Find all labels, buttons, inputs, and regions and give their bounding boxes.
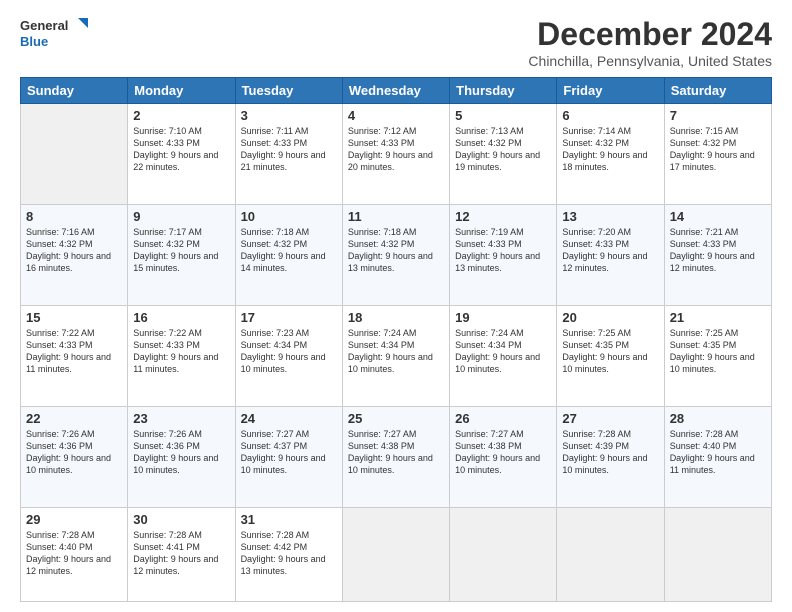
table-row: 29Sunrise: 7:28 AMSunset: 4:40 PMDayligh… bbox=[21, 507, 128, 601]
table-row: 6Sunrise: 7:14 AMSunset: 4:32 PMDaylight… bbox=[557, 104, 664, 205]
table-row: 24Sunrise: 7:27 AMSunset: 4:37 PMDayligh… bbox=[235, 406, 342, 507]
col-sunday: Sunday bbox=[21, 78, 128, 104]
table-row: 21Sunrise: 7:25 AMSunset: 4:35 PMDayligh… bbox=[664, 305, 771, 406]
table-row: 26Sunrise: 7:27 AMSunset: 4:38 PMDayligh… bbox=[450, 406, 557, 507]
col-tuesday: Tuesday bbox=[235, 78, 342, 104]
table-row: 8Sunrise: 7:16 AMSunset: 4:32 PMDaylight… bbox=[21, 204, 128, 305]
page-subtitle: Chinchilla, Pennsylvania, United States bbox=[528, 53, 772, 69]
logo-svg: General Blue bbox=[20, 16, 90, 52]
table-row: 28Sunrise: 7:28 AMSunset: 4:40 PMDayligh… bbox=[664, 406, 771, 507]
page-header: General Blue December 2024 Chinchilla, P… bbox=[20, 16, 772, 69]
table-row: 4Sunrise: 7:12 AMSunset: 4:33 PMDaylight… bbox=[342, 104, 449, 205]
table-row: 30Sunrise: 7:28 AMSunset: 4:41 PMDayligh… bbox=[128, 507, 235, 601]
table-row: 25Sunrise: 7:27 AMSunset: 4:38 PMDayligh… bbox=[342, 406, 449, 507]
calendar-header-row: Sunday Monday Tuesday Wednesday Thursday… bbox=[21, 78, 772, 104]
table-row: 7Sunrise: 7:15 AMSunset: 4:32 PMDaylight… bbox=[664, 104, 771, 205]
table-row: 13Sunrise: 7:20 AMSunset: 4:33 PMDayligh… bbox=[557, 204, 664, 305]
table-row: 27Sunrise: 7:28 AMSunset: 4:39 PMDayligh… bbox=[557, 406, 664, 507]
page-title: December 2024 bbox=[528, 16, 772, 53]
col-thursday: Thursday bbox=[450, 78, 557, 104]
calendar-table: Sunday Monday Tuesday Wednesday Thursday… bbox=[20, 77, 772, 602]
col-friday: Friday bbox=[557, 78, 664, 104]
table-row: 11Sunrise: 7:18 AMSunset: 4:32 PMDayligh… bbox=[342, 204, 449, 305]
table-row: 18Sunrise: 7:24 AMSunset: 4:34 PMDayligh… bbox=[342, 305, 449, 406]
table-row: 16Sunrise: 7:22 AMSunset: 4:33 PMDayligh… bbox=[128, 305, 235, 406]
table-row: 12Sunrise: 7:19 AMSunset: 4:33 PMDayligh… bbox=[450, 204, 557, 305]
col-saturday: Saturday bbox=[664, 78, 771, 104]
title-block: December 2024 Chinchilla, Pennsylvania, … bbox=[528, 16, 772, 69]
table-row bbox=[342, 507, 449, 601]
table-row bbox=[21, 104, 128, 205]
col-wednesday: Wednesday bbox=[342, 78, 449, 104]
table-row: 20Sunrise: 7:25 AMSunset: 4:35 PMDayligh… bbox=[557, 305, 664, 406]
table-row: 10Sunrise: 7:18 AMSunset: 4:32 PMDayligh… bbox=[235, 204, 342, 305]
table-row: 14Sunrise: 7:21 AMSunset: 4:33 PMDayligh… bbox=[664, 204, 771, 305]
svg-text:General: General bbox=[20, 18, 68, 33]
table-row: 17Sunrise: 7:23 AMSunset: 4:34 PMDayligh… bbox=[235, 305, 342, 406]
col-monday: Monday bbox=[128, 78, 235, 104]
table-row: 9Sunrise: 7:17 AMSunset: 4:32 PMDaylight… bbox=[128, 204, 235, 305]
table-row bbox=[557, 507, 664, 601]
table-row bbox=[450, 507, 557, 601]
table-row: 5Sunrise: 7:13 AMSunset: 4:32 PMDaylight… bbox=[450, 104, 557, 205]
table-row bbox=[664, 507, 771, 601]
table-row: 22Sunrise: 7:26 AMSunset: 4:36 PMDayligh… bbox=[21, 406, 128, 507]
table-row: 23Sunrise: 7:26 AMSunset: 4:36 PMDayligh… bbox=[128, 406, 235, 507]
table-row: 19Sunrise: 7:24 AMSunset: 4:34 PMDayligh… bbox=[450, 305, 557, 406]
calendar-page: General Blue December 2024 Chinchilla, P… bbox=[0, 0, 792, 612]
logo: General Blue bbox=[20, 16, 90, 52]
table-row: 31Sunrise: 7:28 AMSunset: 4:42 PMDayligh… bbox=[235, 507, 342, 601]
svg-text:Blue: Blue bbox=[20, 34, 48, 49]
table-row: 15Sunrise: 7:22 AMSunset: 4:33 PMDayligh… bbox=[21, 305, 128, 406]
table-row: 3Sunrise: 7:11 AMSunset: 4:33 PMDaylight… bbox=[235, 104, 342, 205]
table-row: 2Sunrise: 7:10 AMSunset: 4:33 PMDaylight… bbox=[128, 104, 235, 205]
